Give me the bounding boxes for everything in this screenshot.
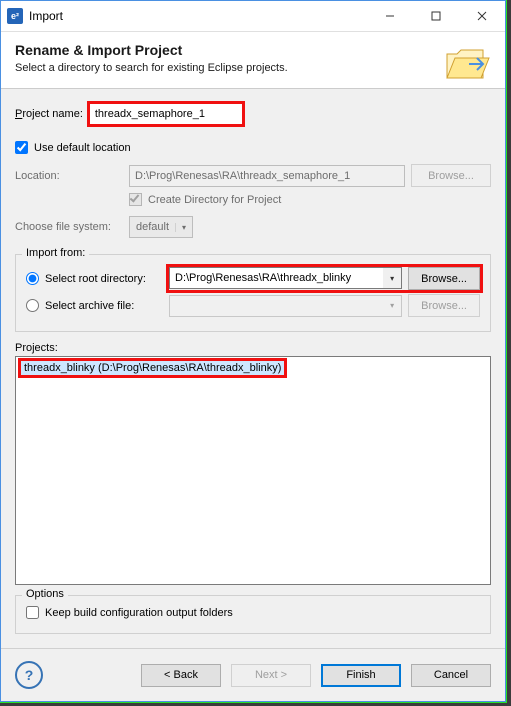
dialog-body: Project name: document.currentScript.pre… bbox=[1, 89, 505, 648]
dialog-header: Rename & Import Project Select a directo… bbox=[1, 32, 505, 89]
window-title: Import bbox=[29, 9, 63, 23]
dialog-title: Rename & Import Project bbox=[15, 42, 288, 58]
chevron-down-icon[interactable]: ▾ bbox=[383, 267, 402, 289]
button-bar: ? < Back Next > Finish Cancel bbox=[1, 648, 505, 701]
cancel-button[interactable]: Cancel bbox=[411, 664, 491, 687]
import-from-group: Import from: Select root directory: ▾ Br… bbox=[15, 254, 491, 332]
import-from-legend: Import from: bbox=[22, 247, 89, 259]
choose-filesystem-label: Choose file system: bbox=[15, 221, 123, 233]
archive-file-input bbox=[169, 295, 383, 317]
folder-import-icon bbox=[443, 40, 491, 88]
options-group: Options Keep build configuration output … bbox=[15, 595, 491, 634]
location-input bbox=[129, 165, 405, 187]
chevron-down-icon: ▾ bbox=[383, 295, 402, 317]
finish-button[interactable]: Finish bbox=[321, 664, 401, 687]
select-archive-file-radio[interactable] bbox=[26, 299, 39, 312]
root-directory-highlight: ▾ Browse... bbox=[169, 267, 480, 290]
projects-list[interactable]: threadx_blinky (D:\Prog\Renesas\RA\threa… bbox=[15, 356, 491, 585]
minimize-button[interactable] bbox=[367, 1, 413, 31]
select-root-directory-radio[interactable] bbox=[26, 272, 39, 285]
choose-filesystem-value: default bbox=[130, 221, 175, 233]
root-directory-input[interactable] bbox=[169, 267, 383, 289]
app-icon: e² bbox=[7, 8, 23, 24]
use-default-location-checkbox[interactable] bbox=[15, 141, 28, 154]
next-button: Next > bbox=[231, 664, 311, 687]
back-button[interactable]: < Back bbox=[141, 664, 221, 687]
help-icon: ? bbox=[25, 667, 34, 683]
project-name-label: Project name: bbox=[15, 108, 83, 120]
dialog-subtitle: Select a directory to search for existin… bbox=[15, 62, 288, 74]
root-directory-combo[interactable]: ▾ bbox=[169, 267, 402, 289]
select-archive-file-label: Select archive file: bbox=[45, 300, 163, 312]
root-directory-browse-button[interactable]: Browse... bbox=[408, 267, 480, 290]
help-button[interactable]: ? bbox=[15, 661, 43, 689]
select-root-directory-label: Select root directory: bbox=[45, 273, 163, 285]
options-legend: Options bbox=[22, 588, 68, 600]
project-list-item[interactable]: threadx_blinky (D:\Prog\Renesas\RA\threa… bbox=[20, 360, 285, 376]
archive-browse-button: Browse... bbox=[408, 294, 480, 317]
create-directory-label: Create Directory for Project bbox=[148, 194, 281, 206]
close-button[interactable] bbox=[459, 1, 505, 31]
maximize-button[interactable] bbox=[413, 1, 459, 31]
create-directory-checkbox bbox=[129, 193, 142, 206]
project-name-input[interactable] bbox=[89, 103, 243, 125]
chevron-down-icon: ▾ bbox=[175, 223, 192, 232]
import-dialog: e² Import Rename & Import Project Select… bbox=[0, 0, 506, 702]
keep-build-config-label: Keep build configuration output folders bbox=[45, 607, 233, 619]
titlebar: e² Import bbox=[1, 1, 505, 32]
use-default-location-label: Use default location bbox=[34, 142, 131, 154]
archive-file-combo: ▾ bbox=[169, 295, 402, 317]
location-label: Location: bbox=[15, 170, 123, 182]
location-browse-button: Browse... bbox=[411, 164, 491, 187]
keep-build-config-checkbox[interactable] bbox=[26, 606, 39, 619]
choose-filesystem-dropdown: default ▾ bbox=[129, 216, 193, 238]
projects-label: Projects: bbox=[15, 342, 491, 354]
